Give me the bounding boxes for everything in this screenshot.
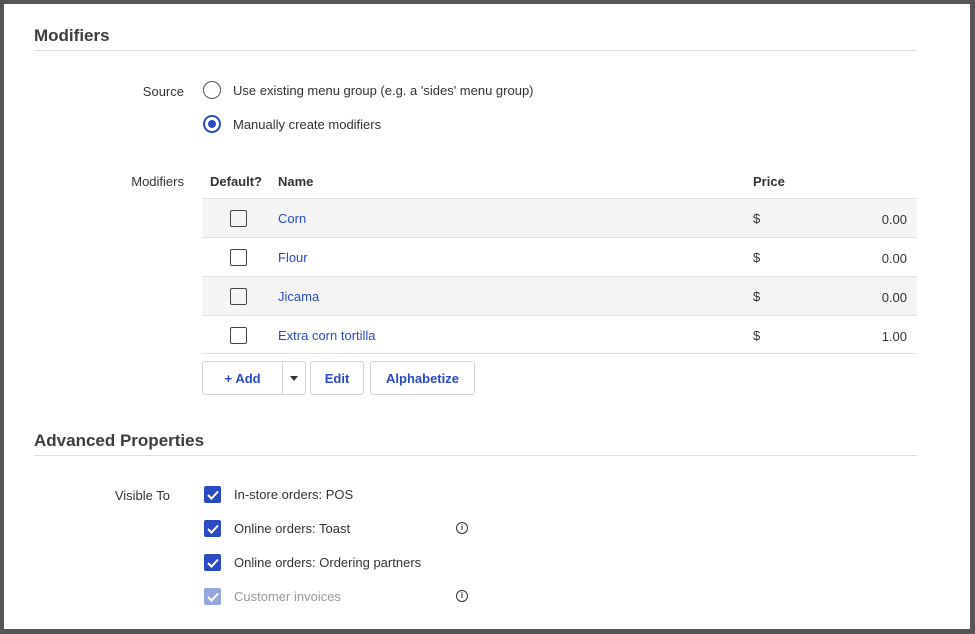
visible-option-online-toast[interactable]: Online orders: Toast bbox=[204, 520, 350, 537]
modifier-name-link[interactable]: Jicama bbox=[278, 289, 319, 304]
column-header-name: Name bbox=[278, 174, 314, 189]
source-option-label: Manually create modifiers bbox=[233, 116, 382, 132]
currency-symbol: $ bbox=[753, 211, 761, 226]
modifier-name-link[interactable]: Flour bbox=[278, 250, 308, 265]
modifiers-divider bbox=[34, 50, 917, 51]
checkbox-icon[interactable] bbox=[204, 520, 221, 537]
currency-symbol: $ bbox=[753, 328, 761, 343]
visible-option-customer-invoices: Customer invoices bbox=[204, 588, 341, 605]
check-icon bbox=[206, 592, 219, 602]
checkbox-icon[interactable] bbox=[204, 554, 221, 571]
visible-option-label: In-store orders: POS bbox=[234, 487, 354, 502]
modifier-price[interactable]: 0.00 bbox=[882, 251, 907, 266]
column-header-default: Default? bbox=[210, 174, 262, 189]
modifier-settings-panel: Modifiers Source Use existing menu group… bbox=[4, 4, 970, 629]
alphabetize-button[interactable]: Alphabetize bbox=[370, 361, 475, 395]
visible-to-label: Visible To bbox=[114, 488, 170, 503]
visible-option-label: Online orders: Ordering partners bbox=[234, 555, 422, 570]
source-label: Source bbox=[142, 84, 184, 99]
radio-icon[interactable] bbox=[203, 115, 221, 133]
modifier-price[interactable]: 0.00 bbox=[882, 212, 907, 227]
currency-symbol: $ bbox=[753, 250, 761, 265]
checkbox-icon[interactable] bbox=[204, 486, 221, 503]
radio-icon[interactable] bbox=[203, 81, 221, 99]
advanced-section-title: Advanced Properties bbox=[34, 431, 205, 450]
info-icon[interactable]: i bbox=[456, 522, 468, 534]
default-checkbox[interactable] bbox=[230, 249, 247, 266]
check-icon bbox=[206, 490, 219, 500]
default-checkbox[interactable] bbox=[230, 210, 247, 227]
info-icon[interactable]: i bbox=[456, 590, 468, 602]
source-option-existing-group[interactable]: Use existing menu group (e.g. a 'sides' … bbox=[203, 81, 534, 99]
table-header: Default? Name Price bbox=[202, 170, 917, 198]
advanced-divider bbox=[34, 455, 917, 456]
visible-option-label: Online orders: Toast bbox=[234, 521, 351, 536]
modifier-name-link[interactable]: Extra corn tortilla bbox=[278, 328, 376, 343]
modifier-name-link[interactable]: Corn bbox=[278, 211, 306, 226]
visible-option-ordering-partners[interactable]: Online orders: Ordering partners bbox=[204, 554, 421, 571]
modifiers-section-title: Modifiers bbox=[34, 26, 110, 45]
visible-option-label: Customer invoices bbox=[234, 589, 341, 604]
default-checkbox[interactable] bbox=[230, 327, 247, 344]
modifiers-label: Modifiers bbox=[131, 174, 184, 189]
chevron-down-icon[interactable] bbox=[283, 375, 305, 381]
edit-button[interactable]: Edit bbox=[310, 361, 364, 395]
default-checkbox[interactable] bbox=[230, 288, 247, 305]
currency-symbol: $ bbox=[753, 289, 761, 304]
add-modifier-button[interactable]: + Add bbox=[203, 371, 282, 386]
table-row: Jicama $ 0.00 bbox=[202, 276, 917, 315]
modifier-price[interactable]: 1.00 bbox=[882, 329, 907, 344]
table-row: Flour $ 0.00 bbox=[202, 237, 917, 276]
source-option-label: Use existing menu group (e.g. a 'sides' … bbox=[233, 82, 534, 98]
column-header-price: Price bbox=[753, 174, 785, 189]
modifier-price[interactable]: 0.00 bbox=[882, 290, 907, 305]
source-option-manual[interactable]: Manually create modifiers bbox=[203, 115, 381, 133]
visible-option-pos[interactable]: In-store orders: POS bbox=[204, 486, 353, 503]
check-icon bbox=[206, 558, 219, 568]
table-row: Corn $ 0.00 bbox=[202, 198, 917, 237]
checkbox-icon bbox=[204, 588, 221, 605]
modifiers-table: Default? Name Price Corn $ 0.00 Flour $ … bbox=[202, 170, 917, 354]
add-button-group: + Add bbox=[202, 361, 306, 395]
check-icon bbox=[206, 524, 219, 534]
table-row: Extra corn tortilla $ 1.00 bbox=[202, 315, 917, 354]
